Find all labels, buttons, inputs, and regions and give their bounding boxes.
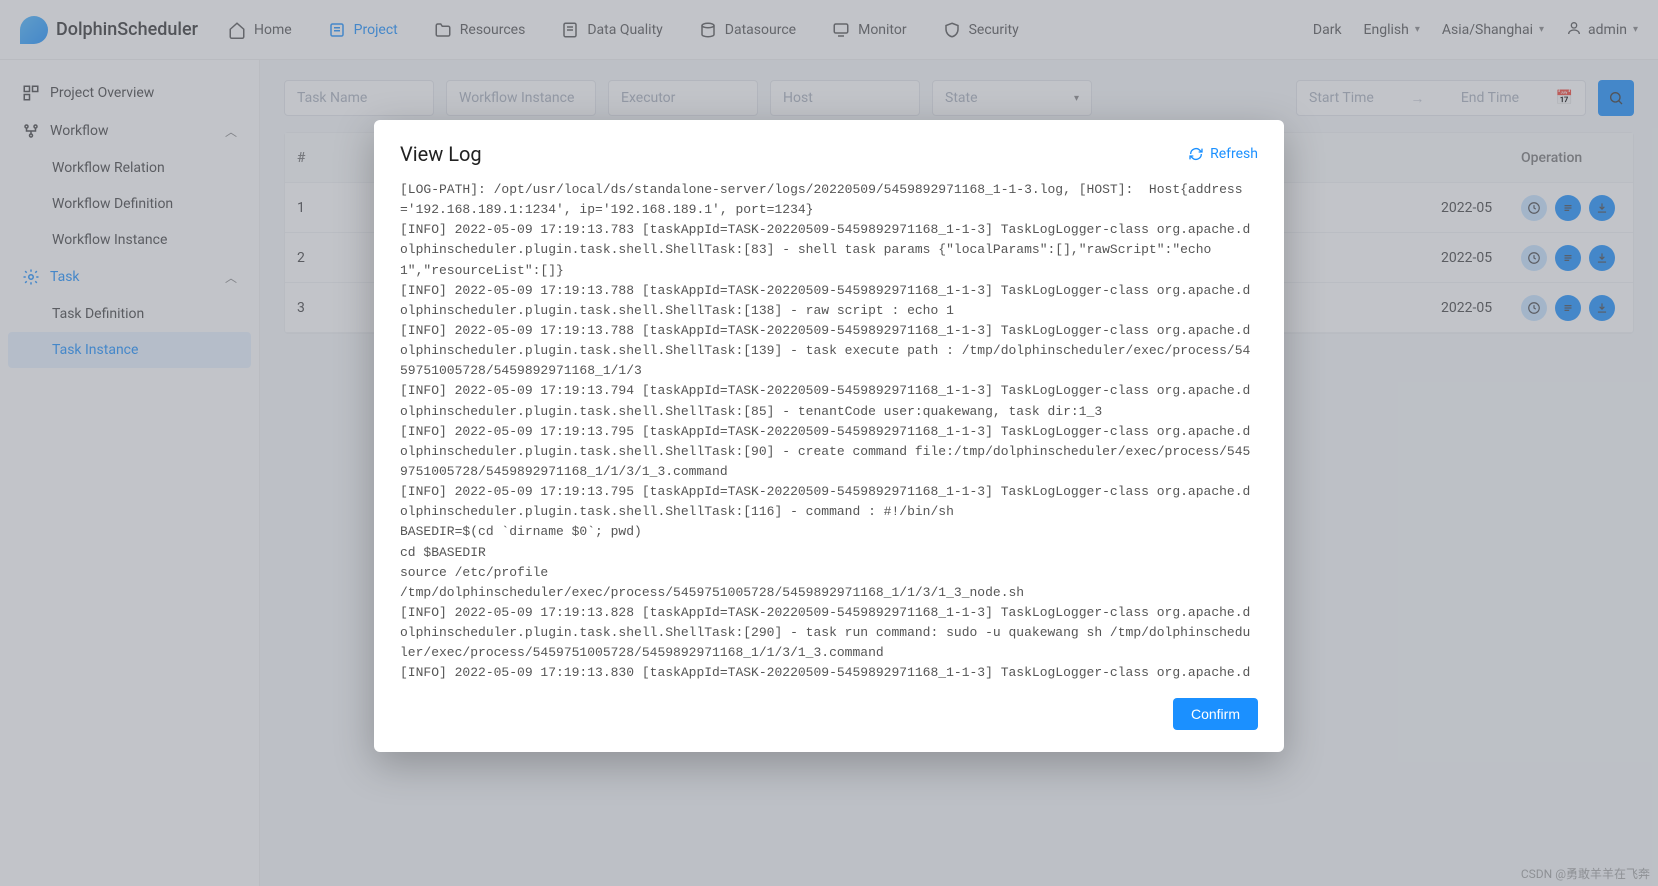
view-log-modal: View Log Refresh [LOG-PATH]: /opt/usr/lo… [374, 120, 1284, 752]
log-content[interactable]: [LOG-PATH]: /opt/usr/local/ds/standalone… [400, 180, 1258, 680]
refresh-icon [1188, 146, 1204, 162]
confirm-button[interactable]: Confirm [1173, 698, 1258, 730]
refresh-button[interactable]: Refresh [1188, 146, 1258, 162]
modal-title: View Log [400, 142, 482, 166]
watermark: CSDN @勇敢羊羊在飞奔 [1521, 865, 1650, 882]
modal-scrim[interactable]: View Log Refresh [LOG-PATH]: /opt/usr/lo… [0, 0, 1658, 886]
